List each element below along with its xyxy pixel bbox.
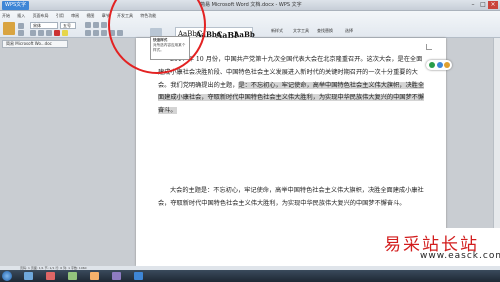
find-replace-button[interactable]: 查找替换 — [316, 28, 334, 34]
taskbar-media-icon[interactable] — [68, 272, 77, 280]
document-tab[interactable]: 简易 Microsoft Wo...doc — [2, 40, 68, 48]
highlight-icon[interactable] — [62, 30, 68, 36]
text-tools-button[interactable]: 文字工具 — [292, 28, 310, 34]
taskbar-wps-icon[interactable] — [134, 272, 143, 280]
title-bar: WPS文字 简易 Microsoft Word 文档.docx - WPS 文字… — [0, 0, 500, 11]
indent-icon[interactable] — [101, 22, 107, 28]
watermark-url: www.easck.com — [420, 251, 500, 261]
widget-orange-icon[interactable] — [444, 62, 450, 68]
tab-references[interactable]: 引用 — [56, 13, 64, 18]
taskbar — [0, 270, 500, 282]
minimize-icon[interactable]: – — [468, 1, 478, 9]
numbering-icon[interactable] — [93, 22, 99, 28]
underline-icon[interactable] — [46, 30, 52, 36]
floating-widget[interactable] — [426, 60, 452, 70]
ribbon: 开始 插入 页面布局 引用 审阅 视图 章节 开发工具 特色功能 宋体 五号 A… — [0, 11, 500, 46]
crop-mark-top-right — [426, 44, 432, 50]
align-left-icon[interactable] — [85, 30, 91, 36]
taskbar-browser-icon[interactable] — [46, 272, 55, 280]
new-style-button[interactable]: 新样式 — [268, 28, 286, 34]
tab-view[interactable]: 视图 — [86, 13, 94, 18]
paste-icon[interactable] — [3, 22, 15, 35]
italic-icon[interactable] — [38, 30, 44, 36]
font-color-icon[interactable] — [54, 30, 60, 36]
taskbar-explorer-icon[interactable] — [24, 272, 33, 280]
document-paragraph-2[interactable]: 大会的主题是：不忘初心，牢记使命，高举中国特色社会主义伟大旗帜，决胜全面建成小康… — [158, 185, 428, 211]
watermark: 易采站长站 www.easck.com — [378, 228, 500, 266]
bullets-icon[interactable] — [85, 22, 91, 28]
cut-icon[interactable] — [18, 23, 24, 29]
document-title: 简易 Microsoft Word 文档.docx - WPS 文字 — [200, 2, 302, 8]
start-icon[interactable] — [2, 271, 12, 281]
align-right-icon[interactable] — [101, 30, 107, 36]
font-name-select[interactable]: 宋体 — [30, 22, 58, 29]
bold-icon[interactable] — [30, 30, 36, 36]
maximize-icon[interactable]: □ — [478, 1, 488, 9]
tab-review[interactable]: 审阅 — [71, 13, 79, 18]
close-icon[interactable]: × — [488, 1, 498, 9]
tab-page-layout[interactable]: 页面布局 — [33, 13, 49, 18]
widget-blue-icon[interactable] — [437, 62, 443, 68]
taskbar-app-icon[interactable] — [90, 272, 99, 280]
taskbar-app2-icon[interactable] — [112, 272, 121, 280]
font-size-select[interactable]: 五号 — [60, 22, 76, 29]
select-button[interactable]: 选择 — [340, 28, 358, 34]
document-paragraph-1[interactable]: 2017 年 10 月份，中国共产党第十九次全国代表大会在北京隆重召开。这次大会… — [158, 54, 428, 118]
align-center-icon[interactable] — [93, 30, 99, 36]
widget-green-icon[interactable] — [429, 62, 435, 68]
tab-home[interactable]: 开始 — [2, 13, 10, 18]
copy-icon[interactable] — [18, 30, 24, 36]
tab-insert[interactable]: 插入 — [17, 13, 25, 18]
wps-app-button[interactable]: WPS文字 — [2, 1, 30, 10]
paragraph-2-text: 大会的主题是：不忘初心，牢记使命，高举中国特色社会主义伟大旗帜，决胜全面建成小康… — [158, 187, 424, 207]
left-workspace — [0, 38, 125, 266]
